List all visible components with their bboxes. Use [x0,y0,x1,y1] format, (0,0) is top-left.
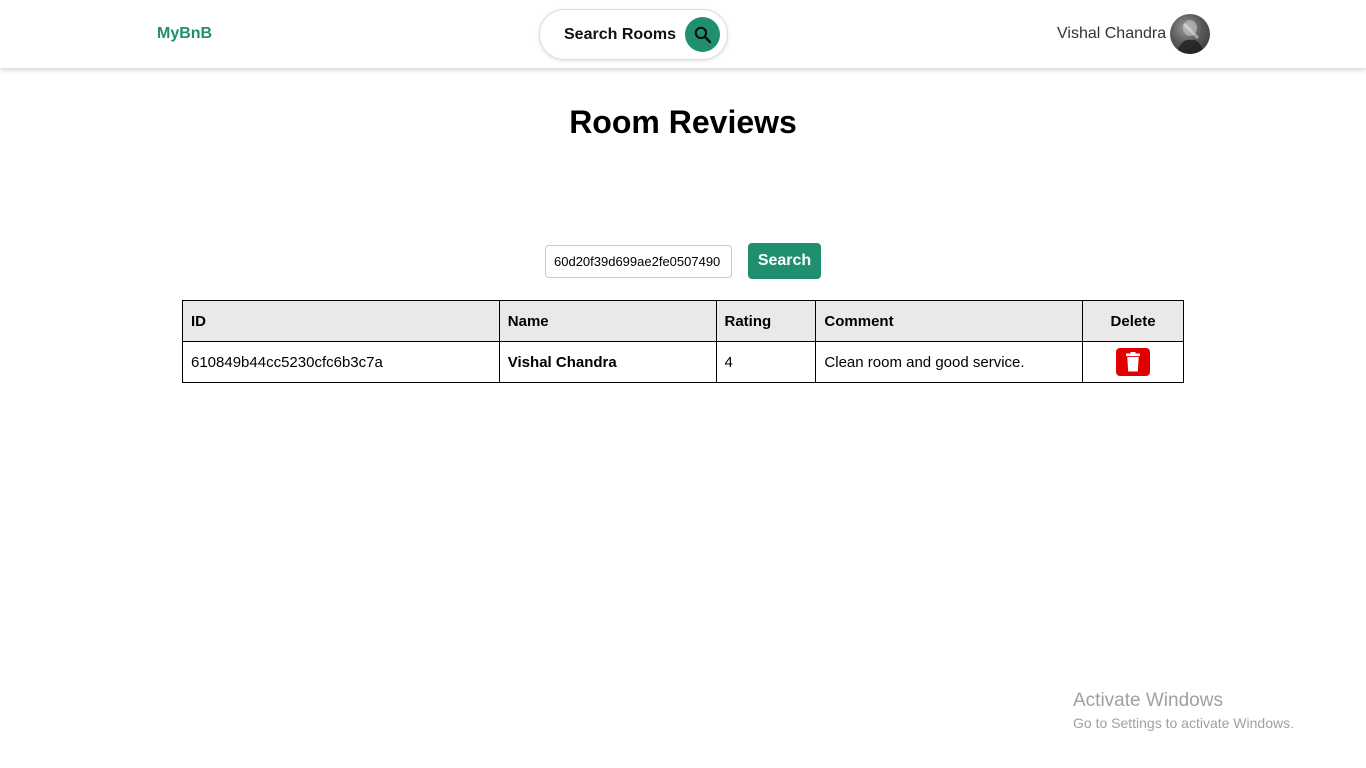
search-rooms-label: Search Rooms [564,26,677,43]
trash-icon [1126,352,1141,372]
review-comment-cell: Clean room and good service. [815,341,1084,383]
header-name: Name [498,300,717,342]
search-button[interactable]: Search [748,243,821,279]
table-header-row: ID Name Rating Comment Delete [182,300,1184,342]
header-id: ID [182,300,500,342]
header-delete: Delete [1082,300,1184,342]
room-id-input[interactable] [545,245,732,278]
user-name[interactable]: Vishal Chandra [1057,25,1166,43]
review-name-cell: Vishal Chandra [498,341,717,383]
brand-logo-link[interactable]: MyBnB [157,25,212,43]
header-comment: Comment [815,300,1084,342]
table-row: 610849b44cc5230cfc6b3c7a Vishal Chandra … [182,341,1184,383]
page-title: Room Reviews [569,104,797,140]
search-icon[interactable] [685,17,720,52]
watermark-subtitle: Go to Settings to activate Windows. [1073,715,1294,731]
activate-windows-watermark: Activate Windows Go to Settings to activ… [1073,690,1294,731]
review-rating-cell: 4 [715,341,817,383]
avatar[interactable] [1170,14,1210,54]
watermark-title: Activate Windows [1073,690,1223,711]
review-delete-cell [1082,341,1184,383]
header-rating: Rating [715,300,817,342]
search-rooms-button[interactable]: Search Rooms [539,9,728,60]
delete-review-button[interactable] [1116,348,1151,376]
reviews-table: ID Name Rating Comment Delete 610849b44c… [182,300,1184,383]
navbar: MyBnB Search Rooms Vishal Chandra [0,0,1366,68]
review-id-cell: 610849b44cc5230cfc6b3c7a [182,341,500,383]
